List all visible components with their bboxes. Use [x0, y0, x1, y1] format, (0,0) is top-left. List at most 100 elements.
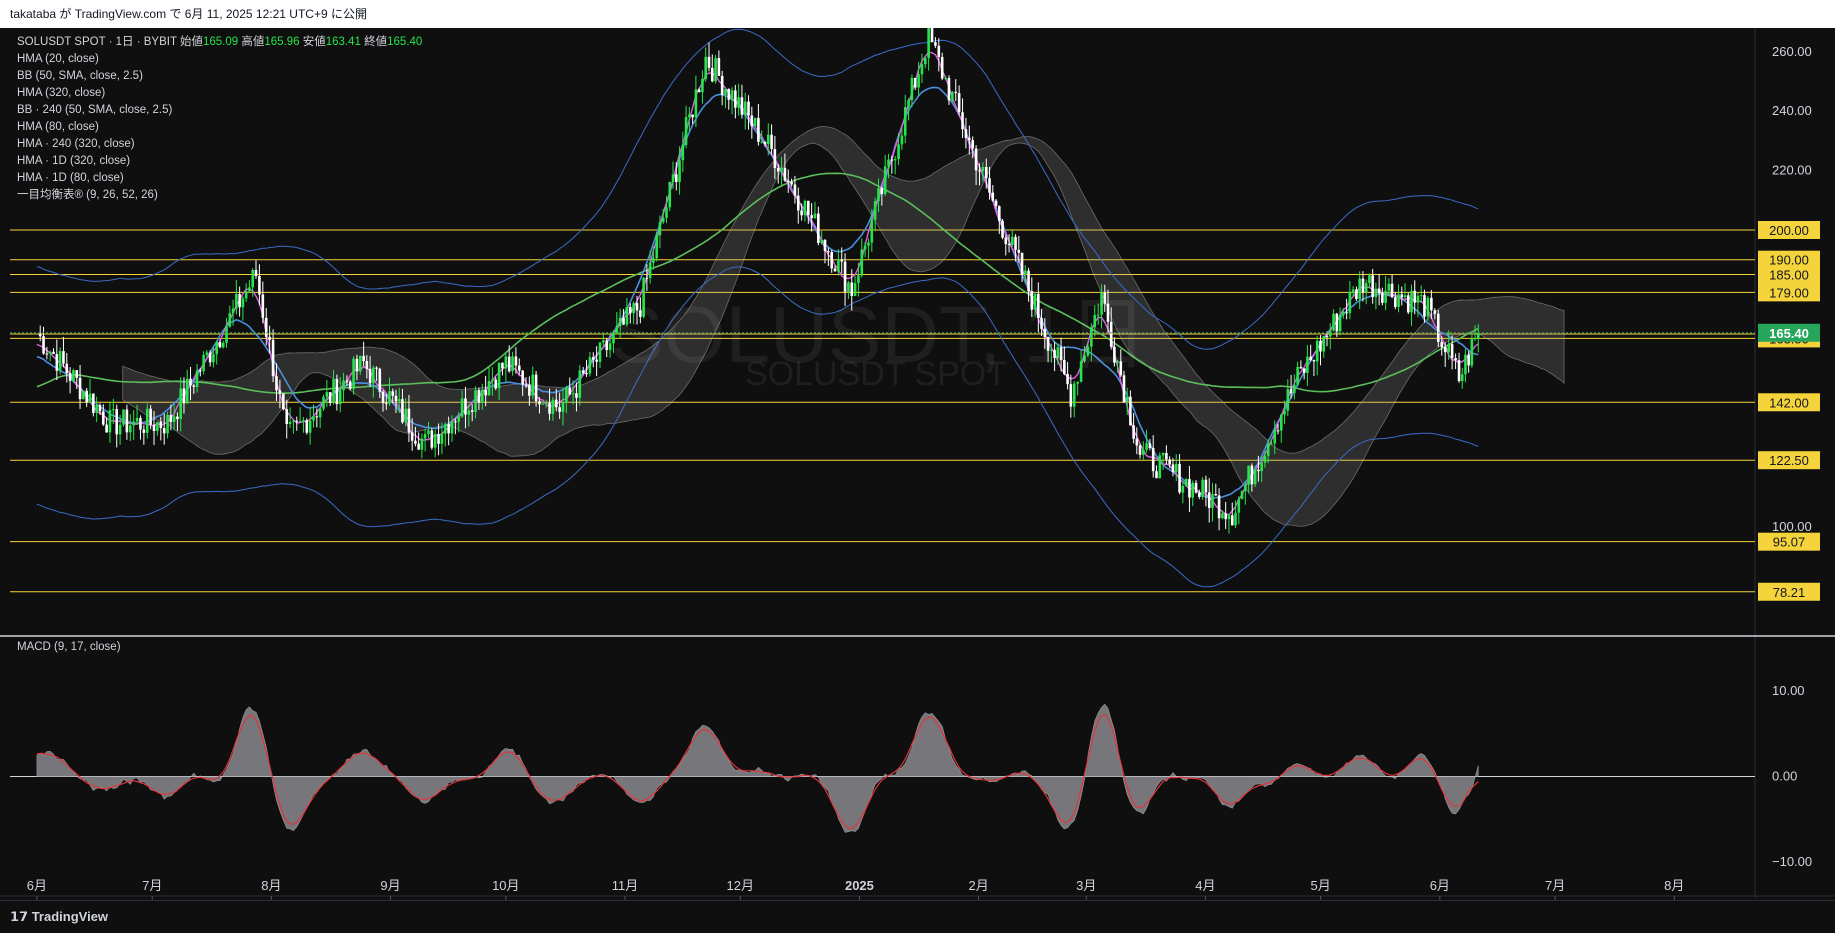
indicator-hma1d-80[interactable]: HMA · 1D (80, close)	[17, 170, 422, 187]
candle-body	[375, 367, 378, 369]
candle-body	[221, 342, 225, 348]
candle-body	[225, 326, 228, 343]
candle-body	[602, 340, 605, 343]
candle-body	[427, 430, 430, 435]
level-badge-label-3: 179.00	[1769, 285, 1809, 300]
candle-body	[433, 434, 437, 448]
macd-legend[interactable]: MACD (9, 17, close)	[17, 641, 121, 653]
candle-body	[780, 167, 783, 172]
candle-body	[142, 429, 146, 433]
candle-body	[873, 201, 877, 220]
indicator-hma80[interactable]: HMA (80, close)	[17, 119, 422, 136]
candle-body	[85, 390, 88, 403]
candle-body	[494, 379, 498, 389]
candle-body	[292, 420, 295, 423]
candle-body	[447, 424, 450, 434]
candle-body	[652, 258, 655, 263]
candle-body	[800, 210, 803, 216]
candle-body	[766, 134, 770, 145]
candle-body	[578, 370, 582, 398]
candle-body	[182, 388, 186, 404]
indicator-hma320[interactable]: HMA (320, close)	[17, 85, 422, 102]
candle-body	[903, 107, 907, 136]
candle-body	[674, 174, 678, 182]
candle-body	[810, 215, 813, 219]
time-tick-label: 7月	[142, 878, 162, 893]
candle-body	[773, 149, 777, 169]
candle-body	[863, 245, 867, 250]
symbol-ohlc-line: SOLUSDT SPOT · 1日 · BYBIT 始値165.09 高値165…	[17, 34, 422, 51]
candle-body	[414, 440, 417, 444]
candle-body	[378, 368, 382, 392]
candle-body	[701, 78, 704, 93]
candle-body	[1253, 469, 1257, 485]
candle-body	[714, 58, 717, 82]
macd-tick-label: 10.00	[1772, 683, 1805, 698]
indicator-bb50[interactable]: BB (50, SMA, close, 2.5)	[17, 68, 422, 85]
candle-body	[332, 379, 335, 403]
candle-body	[813, 213, 817, 219]
candle-body	[1194, 482, 1198, 493]
candle-body	[1293, 384, 1296, 394]
candle-body	[897, 144, 900, 159]
level-badge-label-7: 122.50	[1769, 453, 1809, 468]
candle-body	[994, 200, 998, 207]
chart-legend: SOLUSDT SPOT · 1日 · BYBIT 始値165.09 高値165…	[17, 34, 422, 204]
candle-body	[480, 389, 484, 403]
candle-body	[961, 112, 964, 130]
candle-body	[840, 259, 844, 262]
candle-body	[1072, 383, 1076, 407]
candle-body	[355, 358, 359, 372]
candle-body	[1145, 443, 1148, 450]
candle-body	[454, 421, 457, 423]
candle-body	[588, 357, 592, 374]
candle-body	[1017, 249, 1021, 253]
candle-body	[52, 351, 55, 355]
indicator-ichimoku[interactable]: 一目均衡表® (9, 26, 52, 26)	[17, 187, 422, 204]
tradingview-logo[interactable]: 𝟭𝟳 TradingView	[10, 909, 108, 925]
candle-body	[218, 342, 222, 348]
candle-body	[507, 356, 511, 372]
candle-body	[1332, 313, 1335, 331]
candle-body	[1419, 295, 1423, 297]
candle-body	[1470, 339, 1474, 366]
candle-body	[345, 380, 349, 382]
candle-body	[1174, 463, 1178, 472]
indicator-hma1d-320[interactable]: HMA · 1D (320, close)	[17, 153, 422, 170]
candle-body	[315, 416, 319, 418]
time-tick-label: 2025	[845, 878, 874, 893]
candle-body	[720, 75, 724, 95]
candle-body	[575, 393, 578, 398]
candle-body	[1211, 494, 1214, 508]
candle-body	[58, 351, 62, 371]
price-tick-label: 220.00	[1772, 163, 1812, 178]
candle-body	[1158, 455, 1162, 479]
candle-body	[951, 91, 954, 101]
candle-body	[724, 89, 727, 95]
candle-body	[750, 115, 754, 127]
candle-body	[166, 414, 169, 434]
candle-body	[1270, 443, 1273, 445]
candle-body	[1410, 290, 1413, 313]
candle-body	[538, 401, 541, 405]
candle-body	[763, 141, 767, 145]
indicator-bb240[interactable]: BB · 240 (50, SMA, close, 2.5)	[17, 102, 422, 119]
candle-body	[308, 420, 312, 433]
candle-body	[302, 420, 305, 422]
candle-body	[820, 239, 823, 244]
candle-body	[92, 393, 95, 413]
candle-body	[776, 168, 780, 172]
candle-body	[917, 74, 920, 88]
candle-body	[62, 351, 65, 364]
candle-body	[248, 287, 251, 292]
candle-body	[1322, 335, 1326, 352]
candle-body	[1400, 294, 1404, 298]
candle-body	[1155, 471, 1158, 479]
candle-body	[981, 167, 985, 172]
time-tick-label: 8月	[261, 878, 281, 893]
candle-body	[271, 339, 275, 377]
indicator-hma240-320[interactable]: HMA · 240 (320, close)	[17, 136, 422, 153]
candle-body	[1397, 294, 1400, 307]
indicator-hma20[interactable]: HMA (20, close)	[17, 51, 422, 68]
time-tick-label: 2月	[968, 878, 988, 893]
